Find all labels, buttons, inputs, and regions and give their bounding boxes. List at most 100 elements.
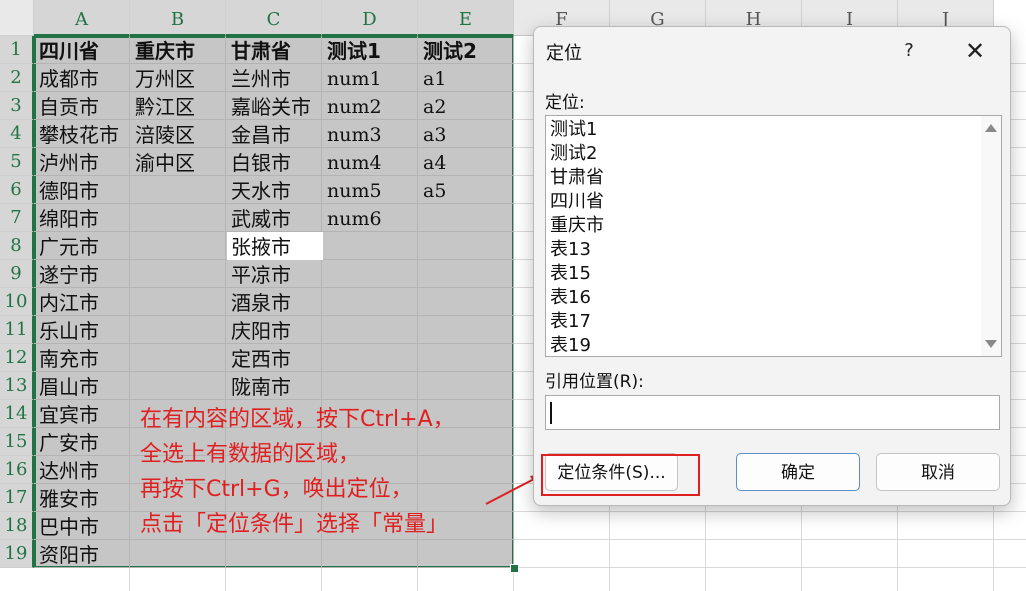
row-header[interactable]: 6 [0,176,34,204]
cell[interactable]: 定西市 [226,344,291,372]
row-header[interactable]: 17 [0,484,34,512]
cell[interactable]: 白银市 [226,148,291,176]
annotation-line-3: 再按下Ctrl+G，唤出定位， [140,477,413,502]
row-header[interactable]: 16 [0,456,34,484]
cell[interactable]: a4 [418,148,446,176]
cell[interactable]: 测试1 [322,36,381,64]
cell[interactable]: num6 [322,204,382,232]
column-header[interactable]: B [130,0,226,36]
cell[interactable]: 天水市 [226,176,291,204]
cell[interactable]: 黔江区 [130,92,195,120]
cell[interactable]: num1 [322,64,382,92]
cell[interactable]: 绵阳市 [34,204,99,232]
cell[interactable]: a2 [418,92,446,120]
list-item[interactable]: 表16 [550,286,591,310]
fill-handle[interactable] [510,564,519,573]
row-header[interactable]: 4 [0,120,34,148]
column-header[interactable]: D [322,0,418,36]
cell[interactable]: 巴中市 [34,512,99,540]
column-header[interactable]: E [418,0,514,36]
cell[interactable]: num4 [322,148,382,176]
cell[interactable]: a5 [418,176,446,204]
cell[interactable]: 遂宁市 [34,260,99,288]
cell[interactable]: 资阳市 [34,540,99,568]
column-header[interactable]: A [34,0,130,36]
cell[interactable]: 平凉市 [226,260,291,288]
cell[interactable]: a1 [418,64,446,92]
help-icon[interactable]: ? [894,37,924,65]
list-item[interactable]: 重庆市 [550,214,604,238]
cell[interactable]: 泸州市 [34,148,99,176]
cell[interactable]: 乐山市 [34,316,99,344]
list-item[interactable]: 表13 [550,238,591,262]
row-header[interactable]: 7 [0,204,34,232]
close-icon[interactable]: ✕ [958,35,992,67]
list-item[interactable]: 表19 [550,334,591,356]
ok-button[interactable]: 确定 [736,453,860,491]
row-header[interactable]: 9 [0,260,34,288]
goto-label: 定位: [545,93,585,113]
cell[interactable]: 宜宾市 [34,400,99,428]
row-header[interactable]: 1 [0,36,34,64]
cell[interactable]: 成都市 [34,64,99,92]
cell[interactable]: num3 [322,120,382,148]
cell[interactable]: 测试2 [418,36,477,64]
cell[interactable]: 南充市 [34,344,99,372]
list-item[interactable]: 表17 [550,310,591,334]
select-all-corner[interactable] [0,0,34,36]
cell[interactable]: num2 [322,92,382,120]
row-header[interactable]: 15 [0,428,34,456]
row-header[interactable]: 10 [0,288,34,316]
cell[interactable]: 嘉峪关市 [226,92,311,120]
cell[interactable]: 张掖市 [226,232,291,260]
row-header[interactable]: 11 [0,316,34,344]
row-header[interactable]: 8 [0,232,34,260]
cell[interactable]: 庆阳市 [226,316,291,344]
cell[interactable]: 涪陵区 [130,120,195,148]
list-item[interactable]: 甘肃省 [550,166,604,190]
scroll-up-icon[interactable] [985,124,997,132]
annotation-line-1: 在有内容的区域，按下Ctrl+A， [140,407,455,432]
list-item[interactable]: 表15 [550,262,591,286]
cell[interactable]: 酒泉市 [226,288,291,316]
column-header[interactable]: C [226,0,322,36]
cell[interactable]: 广安市 [34,428,99,456]
cell[interactable]: 万州区 [130,64,195,92]
cell[interactable]: 德阳市 [34,176,99,204]
list-item[interactable]: 测试2 [550,142,597,166]
cell[interactable]: 甘肃省 [226,36,291,64]
cell[interactable]: 广元市 [34,232,99,260]
text-caret [550,402,552,424]
row-header[interactable]: 18 [0,512,34,540]
goto-listbox[interactable]: 测试1 测试2 甘肃省 四川省 重庆市 表13 表15 表16 表17 表19 [545,115,1002,357]
scroll-down-icon[interactable] [985,340,997,348]
list-item[interactable]: 测试1 [550,118,597,142]
cell[interactable]: 重庆市 [130,36,195,64]
row-header[interactable]: 14 [0,400,34,428]
cell[interactable]: 内江市 [34,288,99,316]
cell[interactable]: 渝中区 [130,148,195,176]
row-header[interactable]: 2 [0,64,34,92]
cell[interactable]: 自贡市 [34,92,99,120]
cell[interactable]: 陇南市 [226,372,291,400]
cell[interactable]: 达州市 [34,456,99,484]
cancel-button[interactable]: 取消 [876,453,1000,491]
cell[interactable]: 四川省 [34,36,99,64]
cell[interactable]: 金昌市 [226,120,291,148]
cell[interactable]: a3 [418,120,446,148]
cell[interactable]: 攀枝花市 [34,120,119,148]
row-header[interactable]: 13 [0,372,34,400]
reference-label: 引用位置(R): [545,372,644,392]
list-item[interactable]: 四川省 [550,190,604,214]
row-header[interactable]: 5 [0,148,34,176]
row-header[interactable]: 3 [0,92,34,120]
cell[interactable]: 武威市 [226,204,291,232]
reference-input[interactable] [545,395,1000,430]
row-header[interactable]: 12 [0,344,34,372]
listbox-scrollbar[interactable] [981,116,1001,356]
cell[interactable]: 兰州市 [226,64,291,92]
cell[interactable]: num5 [322,176,382,204]
cell[interactable]: 雅安市 [34,484,99,512]
cell[interactable]: 眉山市 [34,372,99,400]
row-header[interactable]: 19 [0,540,34,568]
